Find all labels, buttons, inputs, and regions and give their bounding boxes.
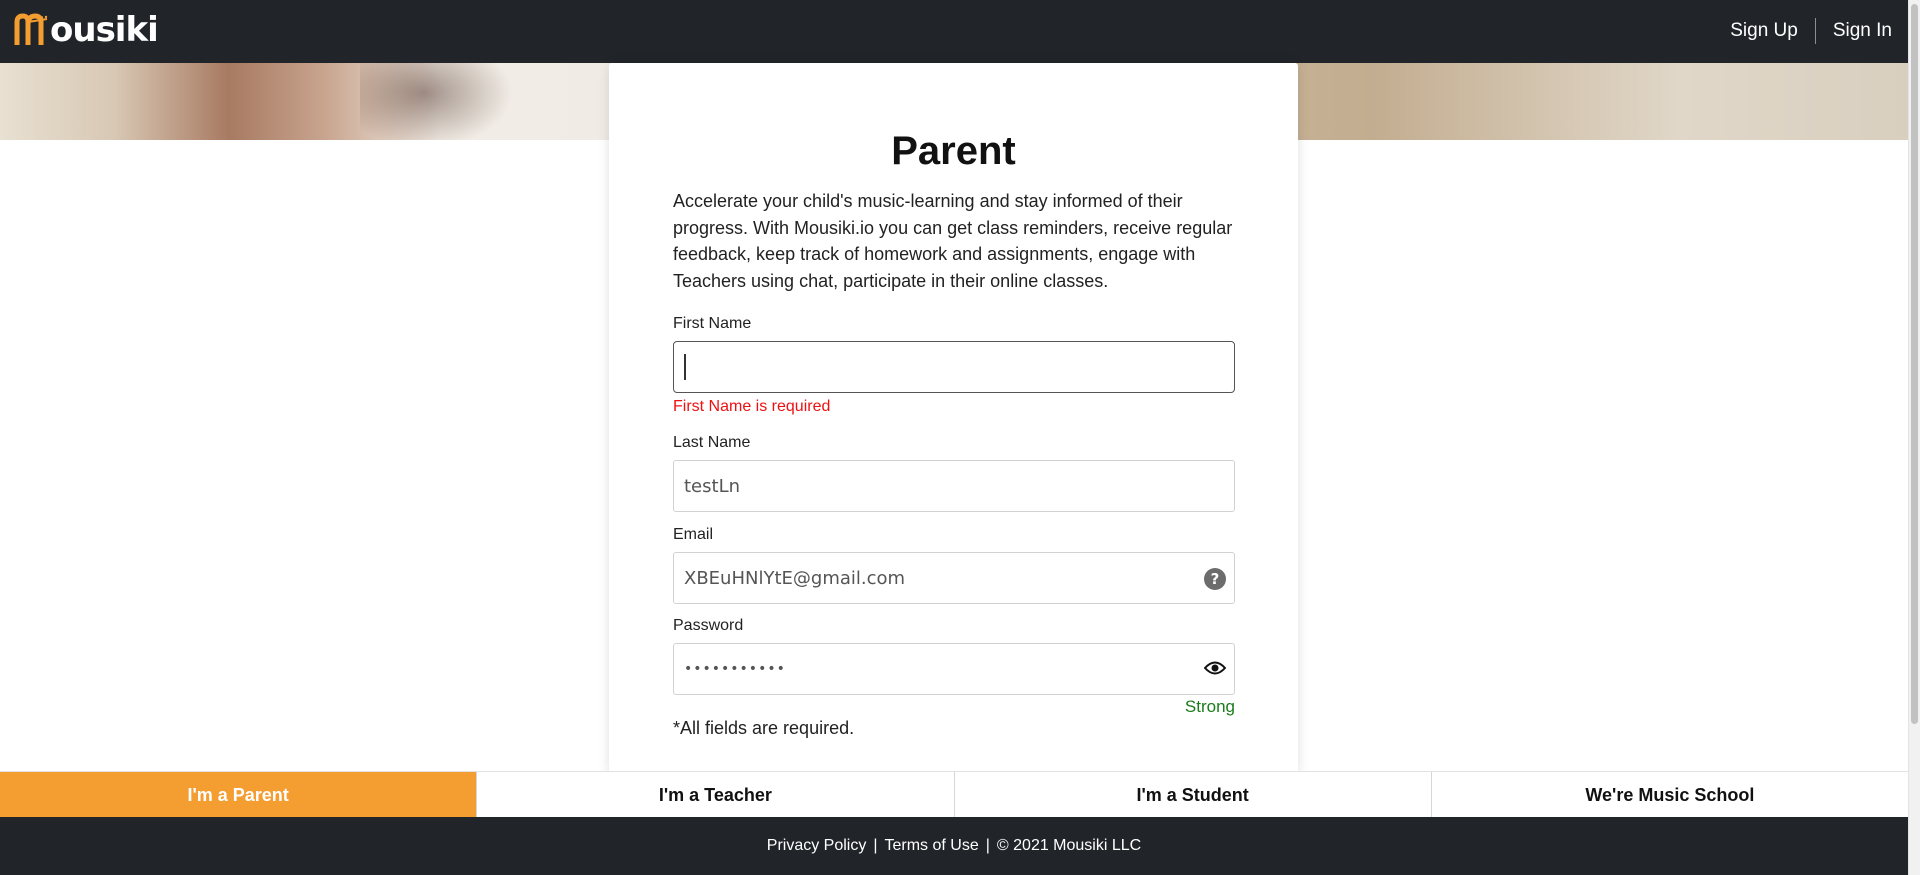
password-strength: Strong [1184, 697, 1235, 716]
first-name-error: First Name is required [673, 398, 831, 415]
question-circle-icon[interactable]: ? [1204, 568, 1226, 590]
role-tabs: I'm a Parent I'm a Teacher I'm a Student… [0, 771, 1908, 818]
page-scrollbar[interactable] [1908, 0, 1920, 875]
hero-photo-detail [360, 63, 520, 140]
email-label: Email [673, 526, 714, 543]
guitar-m-logo-icon [14, 13, 48, 47]
copyright-text: © 2021 Mousiki LLC [996, 837, 1142, 854]
top-navbar: ousiki Sign Up Sign In [0, 0, 1908, 63]
first-name-input[interactable] [673, 341, 1235, 393]
logo-text: ousiki [50, 10, 159, 50]
terms-of-use-link[interactable]: Terms of Use [885, 837, 979, 855]
mousiki-logo[interactable]: ousiki [14, 10, 159, 50]
last-name-label: Last Name [673, 434, 751, 451]
text-cursor [684, 354, 686, 380]
auth-links: Sign Up Sign In [1730, 18, 1892, 44]
role-description: Accelerate your child's music-learning a… [673, 191, 1233, 291]
tab-parent[interactable]: I'm a Parent [0, 772, 478, 818]
page-title: Parent [891, 129, 1016, 173]
first-name-label: First Name [673, 315, 752, 332]
last-name-input[interactable]: testLn [673, 460, 1235, 512]
footer-divider: | [873, 837, 878, 854]
scrollbar-thumb[interactable] [1911, 4, 1918, 724]
sign-in-link[interactable]: Sign In [1833, 20, 1892, 42]
privacy-policy-link[interactable]: Privacy Policy [767, 837, 867, 855]
nav-divider [1814, 18, 1816, 44]
page-footer: Privacy Policy | Terms of Use | © 2021 M… [0, 817, 1908, 875]
password-masked-value: ••••••••••• [684, 661, 786, 677]
footer-divider: | [985, 837, 990, 854]
last-name-value: testLn [684, 475, 741, 497]
tab-music-school[interactable]: We're Music School [1431, 772, 1908, 818]
tab-teacher[interactable]: I'm a Teacher [477, 772, 955, 818]
sign-up-link[interactable]: Sign Up [1730, 20, 1798, 42]
tab-student[interactable]: I'm a Student [954, 772, 1432, 818]
eye-icon[interactable] [1203, 660, 1227, 681]
email-value: XBEuHNlYtE@gmail.com [684, 567, 906, 589]
parent-signup-card: Parent Accelerate your child's music-lea… [609, 63, 1298, 775]
password-label: Password [673, 617, 744, 634]
required-fields-note: *All fields are required. [673, 718, 855, 738]
email-input[interactable]: XBEuHNlYtE@gmail.com ? [673, 552, 1235, 604]
password-input[interactable]: ••••••••••• [673, 643, 1235, 695]
